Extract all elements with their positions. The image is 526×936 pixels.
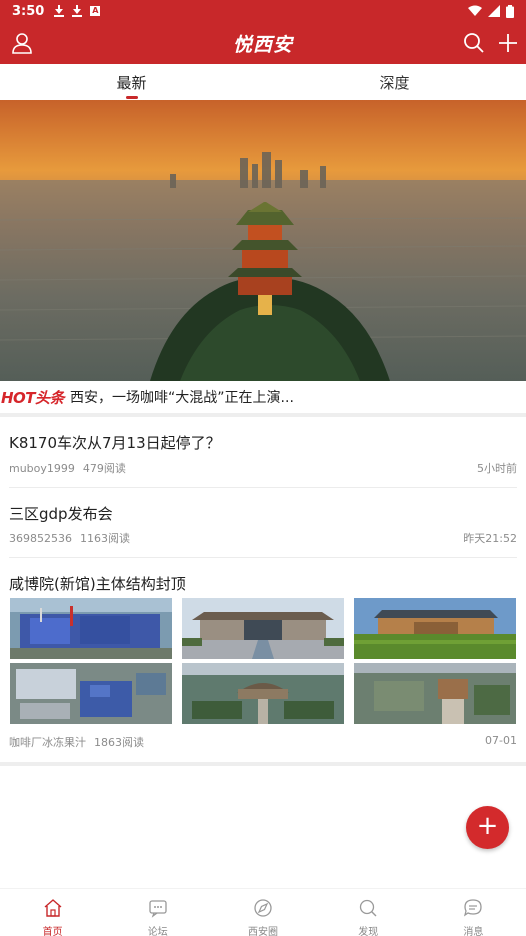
signal-icon bbox=[488, 5, 500, 17]
plus-icon[interactable] bbox=[496, 31, 520, 55]
news-meta: 咖啡厂冰冻果汁 1863阅读 bbox=[9, 734, 144, 750]
nav-messages[interactable]: 消息 bbox=[421, 889, 526, 936]
download-icon bbox=[54, 5, 65, 17]
nav-label: 论坛 bbox=[147, 927, 168, 936]
news-author: muboy1999 bbox=[9, 462, 75, 475]
news-thumbnail[interactable] bbox=[354, 663, 516, 724]
nav-forum[interactable]: 论坛 bbox=[105, 889, 210, 936]
news-reads: 1163阅读 bbox=[80, 532, 130, 545]
news-time: 5小时前 bbox=[477, 462, 517, 475]
hot-tag: HOT头条 bbox=[1, 388, 65, 407]
nav-xian-circle[interactable]: 西安圈 bbox=[210, 889, 315, 936]
home-icon bbox=[44, 899, 62, 917]
news-thumbnail[interactable] bbox=[10, 663, 172, 724]
tab-active-indicator bbox=[125, 96, 138, 99]
news-author: 咖啡厂冰冻果汁 bbox=[9, 736, 86, 749]
news-reads: 479阅读 bbox=[82, 462, 126, 475]
tab-depth[interactable]: 深度 bbox=[263, 64, 526, 100]
nav-label: 消息 bbox=[463, 927, 484, 936]
news-meta: 369852536 1163阅读 bbox=[9, 530, 130, 546]
plus-icon: + bbox=[476, 811, 499, 841]
nav-label: 发现 bbox=[358, 927, 379, 936]
status-bar: 3:50 A bbox=[0, 0, 526, 22]
news-image-grid bbox=[10, 598, 516, 724]
nav-discover[interactable]: 发现 bbox=[316, 889, 421, 936]
news-time: 07-01 bbox=[485, 734, 517, 747]
news-title: K8170车次从7月13日起停了？ bbox=[9, 434, 221, 452]
message-icon bbox=[464, 899, 483, 917]
search-icon[interactable] bbox=[462, 31, 486, 55]
search-icon bbox=[360, 899, 377, 917]
hero-banner-image[interactable] bbox=[0, 100, 526, 381]
list-divider bbox=[9, 557, 517, 558]
news-title: 三区gdp发布会 bbox=[9, 505, 113, 523]
nav-home[interactable]: 首页 bbox=[0, 889, 105, 936]
nav-label: 首页 bbox=[42, 927, 63, 936]
battery-icon bbox=[506, 4, 514, 18]
tab-bar: 最新 深度 bbox=[0, 64, 526, 100]
tab-label: 深度 bbox=[379, 74, 410, 92]
news-time: 昨天21:52 bbox=[463, 532, 517, 545]
news-title: 咸博院(新馆)主体结构封顶 bbox=[9, 575, 186, 593]
tab-latest[interactable]: 最新 bbox=[0, 64, 263, 100]
floating-add-button[interactable]: + bbox=[466, 806, 509, 849]
news-thumbnail[interactable] bbox=[10, 598, 172, 659]
news-thumbnail[interactable] bbox=[182, 598, 344, 659]
app-header: 悦西安 bbox=[0, 22, 526, 64]
news-reads: 1863阅读 bbox=[94, 736, 144, 749]
download-icon bbox=[72, 5, 83, 17]
chat-icon bbox=[149, 900, 167, 918]
status-time: 3:50 bbox=[12, 3, 45, 19]
news-author: 369852536 bbox=[9, 532, 72, 545]
news-meta: muboy1999 479阅读 bbox=[9, 460, 126, 476]
news-thumbnail[interactable] bbox=[182, 663, 344, 724]
bottom-nav: 首页 论坛 西安圈 发现 消息 bbox=[0, 888, 526, 936]
tab-label: 最新 bbox=[116, 74, 147, 92]
hot-headline[interactable]: HOT头条 西安，一场咖啡“大混战”正在上演... bbox=[0, 381, 526, 413]
section-separator bbox=[0, 762, 526, 766]
app-screen: 3:50 A 悦西安 最新 深度 HOT头条 西安，一场咖啡“大混战”正在上演.… bbox=[0, 0, 526, 936]
wifi-icon bbox=[468, 5, 482, 16]
app-title: 悦西安 bbox=[232, 34, 293, 56]
news-thumbnail[interactable] bbox=[354, 598, 516, 659]
list-divider bbox=[9, 487, 517, 488]
compass-icon bbox=[254, 899, 272, 917]
nav-label: 西安圈 bbox=[248, 927, 278, 936]
app-notification-icon: A bbox=[90, 6, 101, 16]
hot-headline-text: 西安，一场咖啡“大混战”正在上演... bbox=[70, 390, 294, 406]
